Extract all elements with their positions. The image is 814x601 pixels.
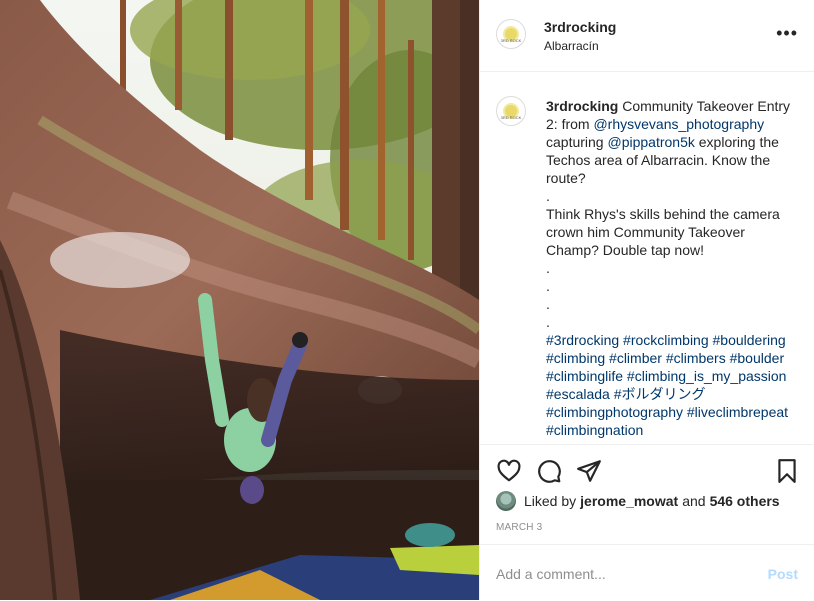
add-comment-bar: Add a comment... Post <box>480 544 814 601</box>
user-avatar[interactable]: 3RD ROCK <box>496 19 526 49</box>
post-caption: 3rdrocking Community Takeover Entry 2: f… <box>546 97 791 439</box>
likes-others-count[interactable]: 546 others <box>710 493 780 509</box>
caption-paragraph-2: Think Rhys's skills behind the camera cr… <box>546 206 780 258</box>
header-location[interactable]: Albarracín <box>544 39 599 53</box>
caption-dot: . <box>546 260 550 276</box>
comment-input[interactable]: Add a comment... <box>496 566 606 582</box>
caption-dot: . <box>546 296 550 312</box>
avatar-logo-text: 3RD ROCK <box>500 38 522 43</box>
likes-and: and <box>682 493 706 509</box>
mention-rhysvevans[interactable]: @rhysvevans_photography <box>593 116 764 132</box>
caption-dot: . <box>546 278 550 294</box>
caption-username[interactable]: 3rdrocking <box>546 98 618 114</box>
liker-avatar[interactable] <box>496 491 516 511</box>
caption-hashtags[interactable]: #3rdrocking #rockclimbing #bouldering #c… <box>546 331 791 439</box>
mention-pippatron[interactable]: @pippatron5k <box>607 134 694 150</box>
caption-area: 3RD ROCK 3rdrocking Community Takeover E… <box>480 72 814 444</box>
post-comment-button[interactable]: Post <box>768 566 798 582</box>
post-detail-panel: 3RD ROCK 3rdrocking Albarracín ••• 3RD R… <box>479 0 814 600</box>
likes-summary: Liked by jerome_mowat and 546 others <box>496 490 798 512</box>
likes-prefix: Liked by <box>524 493 577 509</box>
more-options-icon[interactable]: ••• <box>776 24 798 42</box>
caption-text-2: capturing <box>546 134 608 150</box>
like-heart-icon[interactable] <box>496 458 522 484</box>
avatar-logo-text: 3RD ROCK <box>500 115 522 120</box>
comment-bubble-icon[interactable] <box>536 458 562 484</box>
caption-dot: . <box>546 188 550 204</box>
post-photo[interactable] <box>0 0 479 600</box>
post-date: MARCH 3 <box>496 522 543 533</box>
liker-username[interactable]: jerome_mowat <box>580 493 678 509</box>
post-header: 3RD ROCK 3rdrocking Albarracín ••• <box>480 0 814 72</box>
action-bar <box>480 444 814 491</box>
share-paper-plane-icon[interactable] <box>576 458 602 484</box>
header-username[interactable]: 3rdrocking <box>544 19 616 35</box>
caption-dot: . <box>546 314 550 330</box>
save-bookmark-icon[interactable] <box>774 458 800 484</box>
caption-avatar[interactable]: 3RD ROCK <box>496 96 526 126</box>
climbing-photo-illustration <box>0 0 479 600</box>
